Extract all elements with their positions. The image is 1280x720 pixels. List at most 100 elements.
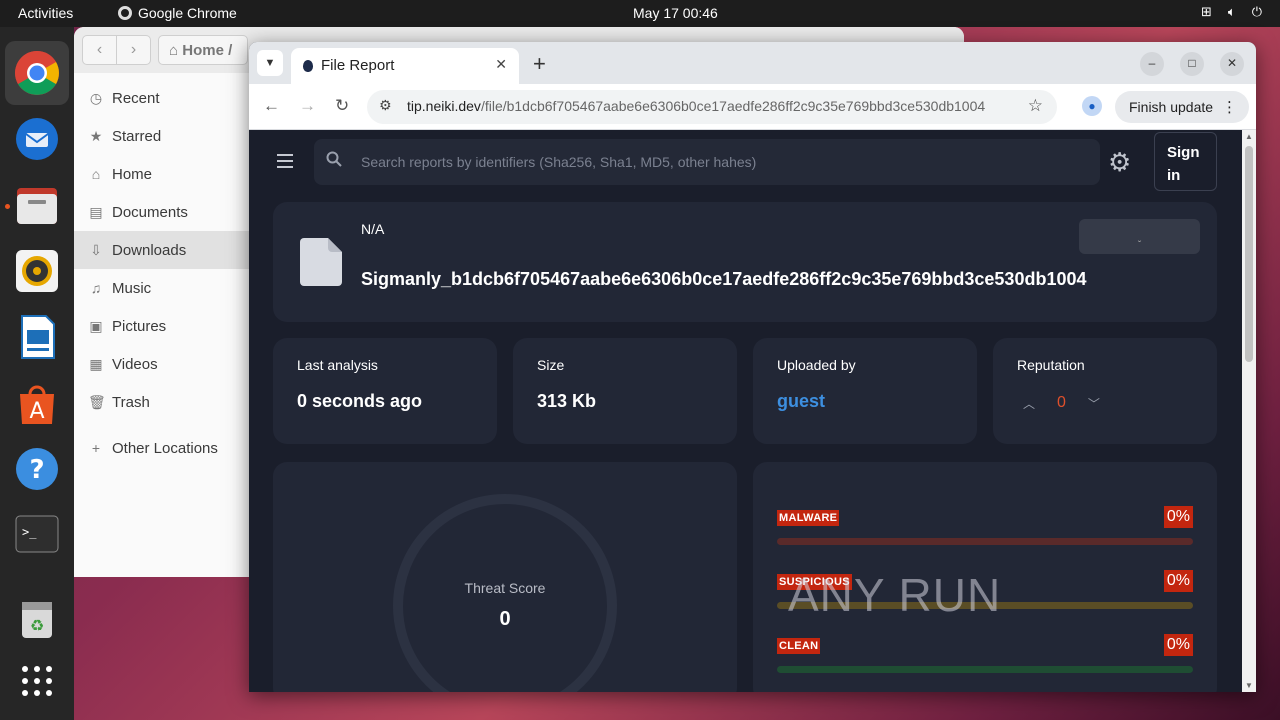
verdict-bar	[777, 538, 1193, 545]
stat-label: Size	[537, 357, 565, 373]
downvote-icon[interactable]: ﹀	[1088, 395, 1100, 412]
back-icon[interactable]: ←	[263, 96, 280, 116]
chrome-icon[interactable]	[5, 41, 69, 105]
activities-button[interactable]: Activities	[18, 5, 73, 21]
url-text[interactable]: tip.neiki.dev/file/b1dcb6f705467aabe6e63…	[407, 98, 985, 114]
new-tab-button[interactable]: +	[533, 51, 546, 77]
chrome-small-icon	[118, 6, 132, 20]
dock: A ? >_ ♻	[0, 27, 74, 720]
last-analysis-card: Last analysis 0 seconds ago	[273, 338, 497, 444]
action-button[interactable]: ˬ	[1079, 219, 1200, 254]
sidebar-item-recent[interactable]: ◷ Recent	[74, 79, 249, 117]
close-window-button[interactable]: ✕	[1220, 52, 1244, 76]
watermark: ANY RUN	[788, 569, 1002, 621]
uploader-link[interactable]: guest	[777, 391, 825, 412]
sidebar-item-downloads[interactable]: ⇩ Downloads	[74, 231, 249, 269]
forward-icon[interactable]: ›	[116, 35, 151, 65]
scroll-thumb[interactable]	[1245, 146, 1253, 362]
forward-icon[interactable]: →	[299, 96, 316, 116]
star-icon: ★	[89, 127, 103, 144]
site-info-icon[interactable]: ⚙	[379, 97, 392, 114]
back-icon[interactable]: ‹	[82, 35, 117, 65]
uploaded-by-card: Uploaded by guest	[753, 338, 977, 444]
sidebar-item-label: Music	[112, 279, 152, 297]
verdict-bar	[777, 666, 1193, 673]
app-name: Google Chrome	[138, 5, 237, 21]
page-scrollbar[interactable]: ▲ ▼	[1242, 130, 1256, 692]
threat-score-card: Threat Score 0	[273, 462, 737, 692]
stat-label: Reputation	[1017, 357, 1085, 373]
sidebar-item-trash[interactable]: 🗑︎ Trash	[74, 383, 249, 421]
gear-icon[interactable]: ⚙	[1108, 149, 1131, 175]
reload-icon[interactable]: ↻	[335, 96, 349, 116]
sidebar-item-label: Trash	[112, 393, 150, 411]
threat-score-label: Threat Score	[464, 580, 546, 596]
maximize-button[interactable]: □	[1180, 52, 1204, 76]
files-sidebar: ◷ Recent ★ Starred ⌂ Home ▤ Documents ⇩ Downl…	[74, 79, 249, 467]
sidebar-item-label: Recent	[112, 89, 160, 107]
sidebar-item-other-locations[interactable]: + Other Locations	[74, 429, 249, 467]
scroll-up-icon[interactable]: ▲	[1245, 132, 1253, 141]
terminal-icon[interactable]: >_	[13, 511, 61, 559]
verdict-percent: 0%	[1163, 634, 1193, 656]
tab-search-button[interactable]: ▼	[257, 50, 283, 76]
sign-in-button[interactable]: Sign in	[1154, 132, 1217, 191]
reputation-control: ︿ 0 ﹀	[1023, 394, 1100, 412]
home-icon: ⌂	[91, 166, 101, 182]
file-name: Sigmanly_b1dcb6f705467aabe6e6306b0ce17ae…	[361, 269, 1087, 289]
sidebar-item-label: Home	[112, 165, 153, 183]
app-menu[interactable]: Google Chrome	[118, 5, 237, 21]
rhythmbox-icon[interactable]	[13, 247, 61, 295]
svg-text:?: ?	[29, 455, 44, 485]
page-content: Search reports by identifiers (Sha256, S…	[249, 130, 1242, 692]
help-icon[interactable]: ?	[13, 445, 61, 493]
running-indicator	[5, 204, 10, 209]
verdict-percent: 0%	[1163, 570, 1193, 592]
browser-toolbar: ← → ↻ ⚙ tip.neiki.dev/file/b1dcb6f705467…	[249, 84, 1256, 130]
chrome-window: ▼ File Report ✕ + – □ ✕ ← → ↻ ⚙ tip.neik…	[249, 42, 1256, 692]
menu-dots-icon[interactable]: ⋮	[1222, 98, 1237, 116]
upvote-icon[interactable]: ︿	[1023, 395, 1035, 412]
menu-icon[interactable]	[277, 154, 293, 172]
svg-text:A: A	[29, 399, 44, 424]
report-search-input[interactable]: Search reports by identifiers (Sha256, S…	[314, 139, 1100, 185]
reputation-value: 0	[1057, 394, 1066, 411]
trash-icon[interactable]: ♻	[13, 595, 61, 643]
search-placeholder: Search reports by identifiers (Sha256, S…	[361, 154, 757, 170]
tab-title: File Report	[321, 57, 395, 74]
writer-icon[interactable]	[13, 313, 61, 361]
sidebar-item-home[interactable]: ⌂ Home	[74, 155, 249, 193]
address-bar[interactable]: ⚙ tip.neiki.dev/file/b1dcb6f705467aabe6e…	[367, 90, 1057, 124]
app-grid-icon[interactable]	[13, 657, 61, 705]
path-bar[interactable]: ⌂ Home /	[158, 35, 248, 65]
stat-value: 0 seconds ago	[297, 391, 423, 411]
sidebar-item-videos[interactable]: ▦ Videos	[74, 345, 249, 383]
sidebar-item-documents[interactable]: ▤ Documents	[74, 193, 249, 231]
power-icon: ⏻	[1251, 4, 1262, 19]
system-tray[interactable]: ⊞ 🔈︎ ⏻	[1201, 4, 1262, 20]
sidebar-item-starred[interactable]: ★ Starred	[74, 117, 249, 155]
tab-file-report[interactable]: File Report ✕	[291, 48, 519, 84]
thunderbird-icon[interactable]	[13, 115, 61, 163]
volume-icon: 🔈︎	[1227, 4, 1236, 19]
stat-label: Uploaded by	[777, 357, 856, 373]
app-center-icon[interactable]: A	[13, 379, 61, 427]
stat-label: Last analysis	[297, 357, 378, 373]
top-bar: Activities Google Chrome May 17 00:46 ⊞ …	[0, 0, 1280, 27]
sidebar-item-music[interactable]: ♫ Music	[74, 269, 249, 307]
close-tab-icon[interactable]: ✕	[495, 56, 507, 73]
size-card: Size 313 Kb	[513, 338, 737, 444]
finish-update-button[interactable]: Finish update ⋮	[1115, 91, 1249, 123]
sidebar-item-pictures[interactable]: ▣ Pictures	[74, 307, 249, 345]
profile-icon[interactable]: ●	[1082, 96, 1102, 116]
reputation-card: Reputation ︿ 0 ﹀	[993, 338, 1217, 444]
verdict-label: MALWARE	[777, 510, 840, 526]
minimize-button[interactable]: –	[1140, 52, 1164, 76]
sidebar-item-label: Pictures	[112, 317, 167, 335]
music-icon: ♫	[90, 280, 102, 296]
scroll-down-icon[interactable]: ▼	[1245, 681, 1253, 690]
update-label: Finish update	[1129, 99, 1214, 115]
clock[interactable]: May 17 00:46	[633, 5, 718, 21]
bookmark-star-icon[interactable]: ☆	[1028, 96, 1043, 116]
files-icon[interactable]	[13, 181, 61, 229]
